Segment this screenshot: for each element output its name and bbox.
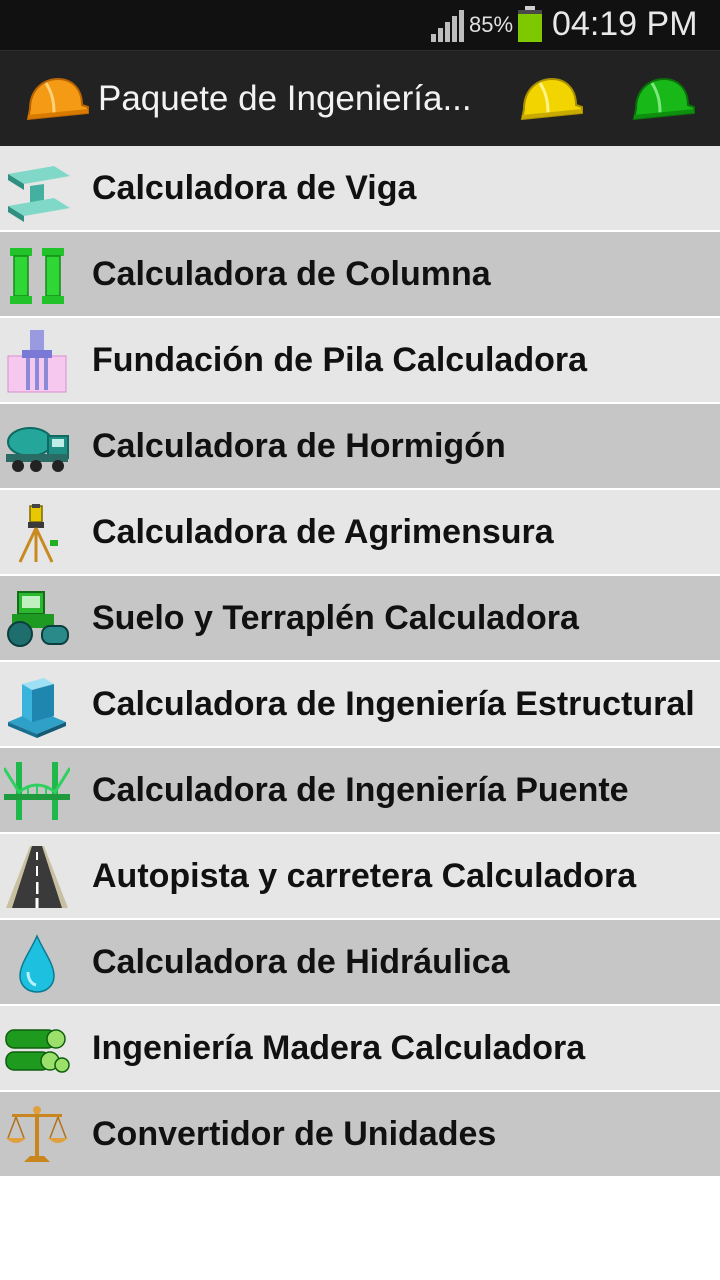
highway-icon bbox=[6, 846, 68, 908]
yellow-hat-button[interactable] bbox=[516, 71, 586, 127]
list-item-label: Calculadora de Hormigón bbox=[92, 427, 506, 465]
list-item-label: Calculadora de Ingeniería Puente bbox=[92, 771, 629, 809]
list-item-soil[interactable]: Suelo y Terraplén Calculadora bbox=[0, 576, 720, 662]
list-item-label: Calculadora de Agrimensura bbox=[92, 513, 554, 551]
clock: 04:19 PM bbox=[552, 5, 698, 43]
list-item-label: Convertidor de Unidades bbox=[92, 1115, 497, 1153]
balance-scale-icon bbox=[6, 1106, 68, 1162]
list-item-beam[interactable]: Calculadora de Viga bbox=[0, 146, 720, 232]
water-drop-icon bbox=[19, 934, 55, 993]
orange-hard-hat-icon[interactable] bbox=[24, 75, 90, 123]
bridge-icon bbox=[4, 762, 70, 820]
calculator-list: Calculadora de Viga Calculadora de Colum… bbox=[0, 146, 720, 1178]
green-hat-button[interactable] bbox=[628, 71, 698, 127]
steel-beam-icon bbox=[8, 166, 70, 222]
list-item-pile[interactable]: Fundación de Pila Calculadora bbox=[0, 318, 720, 404]
list-item-timber[interactable]: Ingeniería Madera Calculadora bbox=[0, 1006, 720, 1092]
building-block-icon bbox=[8, 678, 66, 738]
signal-strength-icon bbox=[431, 10, 464, 42]
list-item-label: Calculadora de Hidráulica bbox=[92, 943, 510, 981]
surveyor-tripod-icon bbox=[18, 504, 58, 563]
list-item-hydraulic[interactable]: Calculadora de Hidráulica bbox=[0, 920, 720, 1006]
list-item-concrete[interactable]: Calculadora de Hormigón bbox=[0, 404, 720, 490]
list-item-label: Ingeniería Madera Calculadora bbox=[92, 1029, 586, 1067]
list-item-label: Fundación de Pila Calculadora bbox=[92, 341, 587, 379]
list-item-structural[interactable]: Calculadora de Ingeniería Estructural bbox=[0, 662, 720, 748]
battery-percent: 85% bbox=[469, 12, 514, 37]
list-item-column[interactable]: Calculadora de Columna bbox=[0, 232, 720, 318]
status-bar: 85% 04:19 PM bbox=[0, 0, 720, 50]
list-item-units[interactable]: Convertidor de Unidades bbox=[0, 1092, 720, 1178]
action-bar: Paquete de Ingeniería... bbox=[0, 50, 720, 146]
column-icon bbox=[10, 248, 64, 304]
list-item-highway[interactable]: Autopista y carretera Calculadora bbox=[0, 834, 720, 920]
app-title: Paquete de Ingeniería... bbox=[98, 79, 472, 118]
list-item-label: Calculadora de Viga bbox=[92, 169, 417, 207]
list-item-label: Autopista y carretera Calculadora bbox=[92, 857, 637, 895]
road-roller-icon bbox=[7, 591, 69, 647]
list-item-label: Suelo y Terraplén Calculadora bbox=[92, 599, 579, 637]
list-item-survey[interactable]: Calculadora de Agrimensura bbox=[0, 490, 720, 576]
green-hard-hat-icon bbox=[632, 77, 695, 121]
battery-icon bbox=[518, 6, 542, 42]
yellow-hard-hat-icon bbox=[520, 77, 583, 121]
list-item-label: Calculadora de Columna bbox=[92, 255, 491, 293]
list-item-bridge[interactable]: Calculadora de Ingeniería Puente bbox=[0, 748, 720, 834]
concrete-mixer-truck-icon bbox=[6, 427, 69, 472]
timber-logs-icon bbox=[5, 1029, 70, 1073]
pile-foundation-icon bbox=[7, 330, 67, 393]
list-item-label: Calculadora de Ingeniería Estructural bbox=[92, 685, 695, 723]
